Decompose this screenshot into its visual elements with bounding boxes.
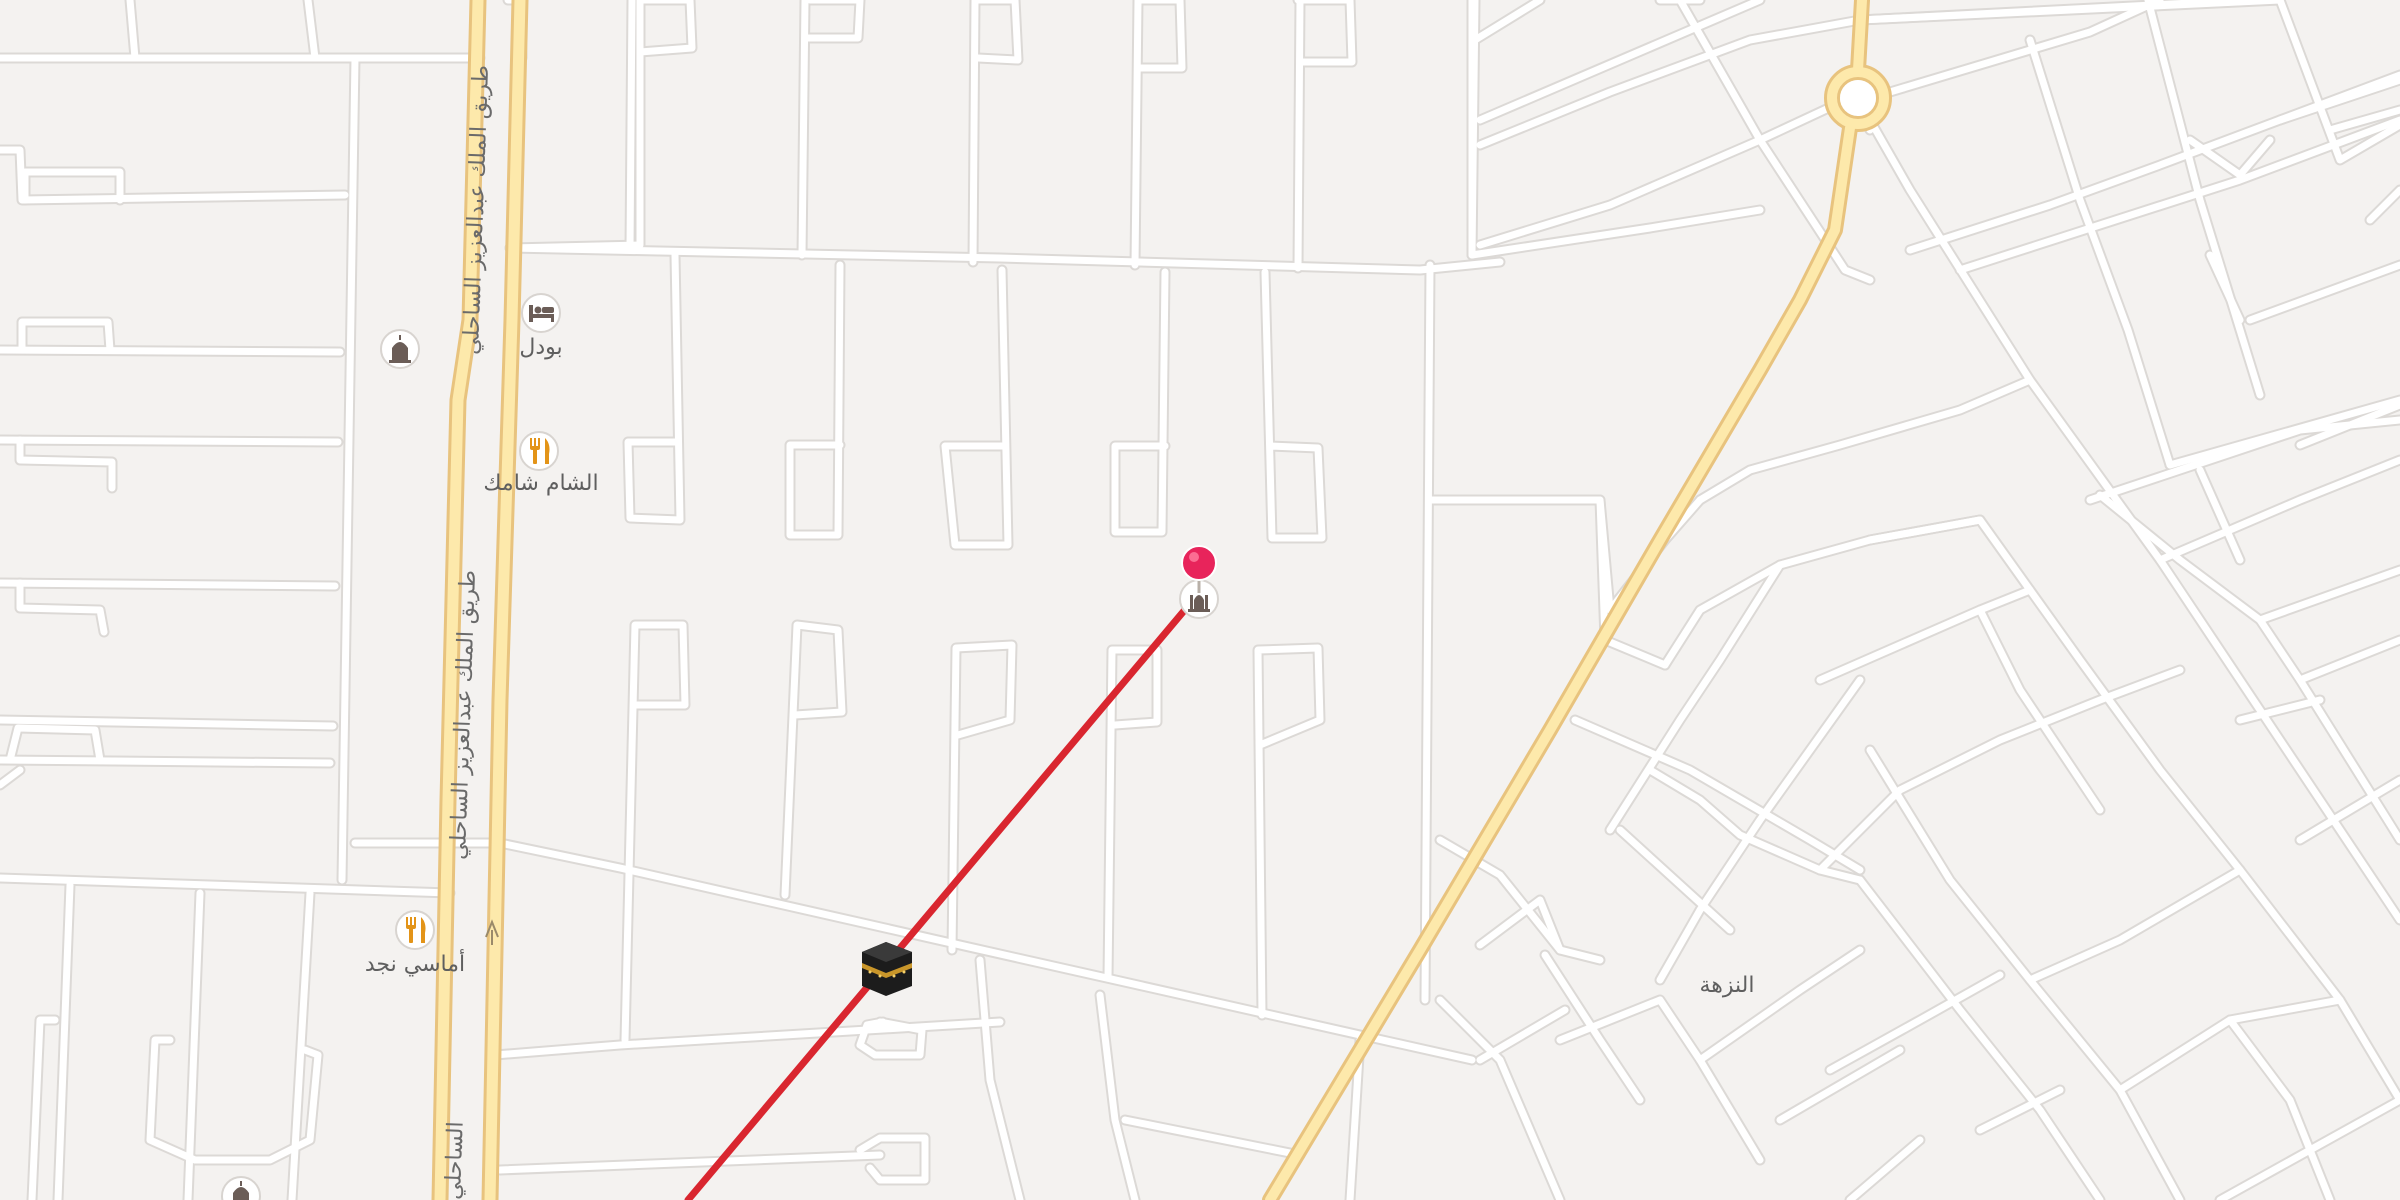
- mosque-icon: [1188, 595, 1210, 612]
- poi-mosque-1[interactable]: [380, 329, 420, 369]
- poi-restaurant-1-label: الشام شامك: [483, 471, 598, 496]
- poi-restaurant-2-label: أماسي نجد: [365, 949, 465, 977]
- poi-hotel-label: بودل: [519, 335, 562, 360]
- kaaba-icon[interactable]: [862, 942, 912, 996]
- road-label-bottom: الساحلي: [441, 1121, 469, 1200]
- district-label: النزهة: [1700, 973, 1755, 998]
- map-pin-icon: [1181, 545, 1217, 581]
- map-canvas[interactable]: طريق الملك عبدالعزيز الساحلي طريق الملك …: [0, 0, 2400, 1200]
